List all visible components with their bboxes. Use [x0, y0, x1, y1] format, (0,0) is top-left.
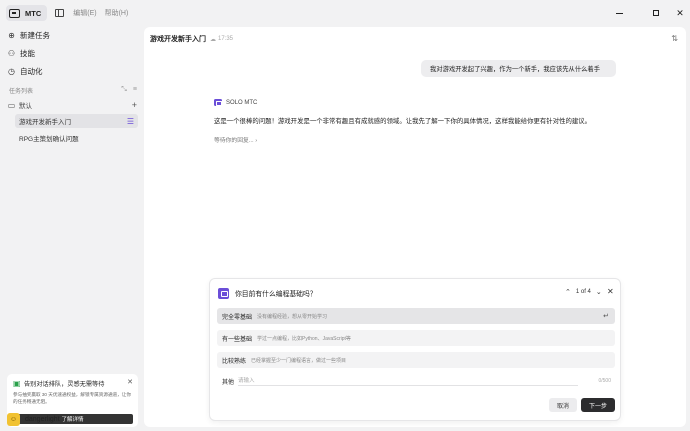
chat-panel: 游戏开发新手入门 ☁ 17:35 ⇅ 我对游戏开发起了兴趣，作为一个新手，我应该… — [144, 27, 686, 427]
nav-new-task[interactable]: ⊕ 新建任务 — [7, 28, 50, 42]
collapse-icon[interactable]: ⤡ — [121, 86, 127, 94]
app-brand[interactable]: MTC — [6, 5, 48, 21]
automation-icon: ◷ — [8, 66, 15, 76]
nav-automation-label: 自动化 — [20, 66, 43, 76]
close-icon: ✕ — [676, 7, 684, 18]
cloud-icon: ☁ — [210, 36, 216, 43]
ai-name: SOLO MTC — [226, 99, 258, 106]
chevron-down-icon[interactable]: ⌄ — [596, 288, 602, 296]
app-logo-icon — [9, 8, 20, 18]
option-label: 完全零基础 — [222, 314, 253, 321]
user-profile[interactable]: ☺ dangerlight — [7, 412, 60, 426]
user-name: dangerlight — [25, 415, 60, 423]
window-maximize-button[interactable] — [643, 0, 669, 26]
menu-bar: 编辑(E) 帮助(H) — [73, 8, 128, 18]
cancel-button[interactable]: 取消 — [549, 398, 577, 412]
task-item-label: RPG主策划确认问题 — [19, 136, 79, 143]
task-group-label: 默认 — [19, 103, 32, 110]
option-desc: 学过一点编程，比如Python、JavaScript等 — [257, 335, 351, 342]
user-message: 我对游戏开发起了兴趣，作为一个新手，我应该先从什么着手 — [421, 60, 616, 77]
promo-text: 参与抽奖赢取 30 天优速通权益，解锁专属资源通道，让你的任务畅通无阻。 — [13, 392, 131, 404]
option-desc: 没有编程经验，想从零开始学习 — [257, 313, 328, 320]
option-desc: 已经掌握至少一门编程语言，做过一些项目 — [251, 357, 347, 364]
chat-time: ☁ 17:35 — [210, 36, 233, 43]
app-name: MTC — [25, 8, 42, 18]
avatar: ☺ — [7, 412, 20, 426]
question-close-icon[interactable]: ✕ — [607, 287, 614, 296]
other-label: 其他 — [222, 379, 235, 386]
chat-header: 游戏开发新手入门 ☁ 17:35 — [150, 34, 233, 44]
question-card: 你目前有什么编程基础吗？ ⌃ 1 of 4 ⌄ ✕ 完全零基础 没有编程经验，想… — [209, 278, 621, 421]
folder-icon: ▭ — [7, 100, 16, 110]
gift-icon: ▣ — [13, 378, 21, 388]
question-header: 你目前有什么编程基础吗？ ⌃ 1 of 4 ⌄ ✕ — [218, 287, 614, 299]
menu-help[interactable]: 帮助(H) — [105, 8, 129, 18]
question-pager: ⌃ 1 of 4 ⌄ — [565, 288, 602, 296]
task-group-default[interactable]: ▭ 默认 + — [7, 99, 137, 111]
task-list-title: 任务列表 — [9, 88, 34, 95]
enter-key-icon: ↵ — [603, 313, 609, 320]
task-item-rpg[interactable]: RPG主策划确认问题 — [15, 131, 138, 145]
option-some-basis[interactable]: 有一些基础 学过一点编程，比如Python、JavaScript等 — [217, 330, 615, 346]
filter-icon[interactable]: ≡ — [133, 86, 137, 94]
add-task-icon[interactable]: + — [132, 100, 137, 110]
task-list-icon: ☰ — [126, 116, 134, 126]
chevron-up-icon[interactable]: ⌃ — [565, 288, 571, 296]
ai-logo-icon — [218, 287, 229, 299]
option-label: 有一些基础 — [222, 336, 253, 343]
nav-automation[interactable]: ◷ 自动化 — [7, 64, 43, 78]
promo-close-icon[interactable]: ✕ — [127, 378, 133, 386]
chat-time-text: 17:35 — [218, 36, 234, 42]
window-close-button[interactable]: ✕ — [667, 0, 690, 26]
ai-logo-icon — [214, 99, 222, 106]
settings-sliders-icon[interactable]: ⇅ — [671, 34, 678, 43]
next-button[interactable]: 下一步 — [581, 398, 615, 412]
task-item-label: 游戏开发新手入门 — [19, 119, 71, 126]
maximize-icon — [653, 10, 659, 16]
question-text: 你目前有什么编程基础吗？ — [235, 291, 317, 298]
question-counter: 1 of 4 — [575, 289, 591, 295]
nav-skills-label: 技能 — [20, 48, 35, 58]
user-message-text: 我对游戏开发起了兴趣，作为一个新手，我应该先从什么着手 — [430, 66, 601, 73]
task-list-header: 任务列表 ⤡ ≡ — [9, 85, 137, 95]
ai-waiting-text: 等待你的回复... — [214, 138, 254, 144]
sidebar: ⊕ 新建任务 ⚇ 技能 ◷ 自动化 任务列表 ⤡ ≡ ▭ 默认 + 游戏开发新手… — [0, 26, 143, 431]
ai-message-text: 这是一个很棒的问题！游戏开发是一个非常有趣且有成就感的领域。让我先了解一下你的具… — [214, 118, 592, 125]
option-zero-basis[interactable]: 完全零基础 没有编程经验，想从零开始学习 ↵ — [217, 308, 615, 324]
ai-waiting[interactable]: 等待你的回复... › — [214, 135, 257, 144]
option-other: 其他 0/500 — [217, 375, 615, 387]
option-label: 比较熟练 — [222, 358, 247, 365]
char-counter: 0/500 — [598, 378, 611, 384]
title-bar: MTC 编辑(E) 帮助(H) — [0, 0, 690, 26]
chat-title: 游戏开发新手入门 — [150, 36, 206, 43]
ai-header: SOLO MTC — [214, 99, 257, 106]
other-input[interactable] — [238, 376, 579, 386]
sidebar-toggle-icon[interactable] — [55, 9, 65, 17]
menu-edit[interactable]: 编辑(E) — [73, 8, 96, 18]
promo-title: 告别对话排队，灵感无需等待 — [24, 381, 105, 388]
chevron-right-icon: › — [255, 138, 258, 144]
skills-icon: ⚇ — [7, 48, 16, 58]
task-item-game-dev[interactable]: 游戏开发新手入门 ☰ — [15, 114, 138, 128]
option-proficient[interactable]: 比较熟练 已经掌握至少一门编程语言，做过一些项目 — [217, 352, 615, 368]
minimize-icon — [615, 12, 623, 14]
nav-skills[interactable]: ⚇ 技能 — [7, 46, 35, 60]
promo-title-row: ▣ 告别对话排队，灵感无需等待 — [13, 379, 132, 388]
nav-new-task-label: 新建任务 — [20, 30, 50, 40]
new-task-icon: ⊕ — [8, 30, 15, 40]
window-minimize-button[interactable] — [606, 0, 632, 26]
